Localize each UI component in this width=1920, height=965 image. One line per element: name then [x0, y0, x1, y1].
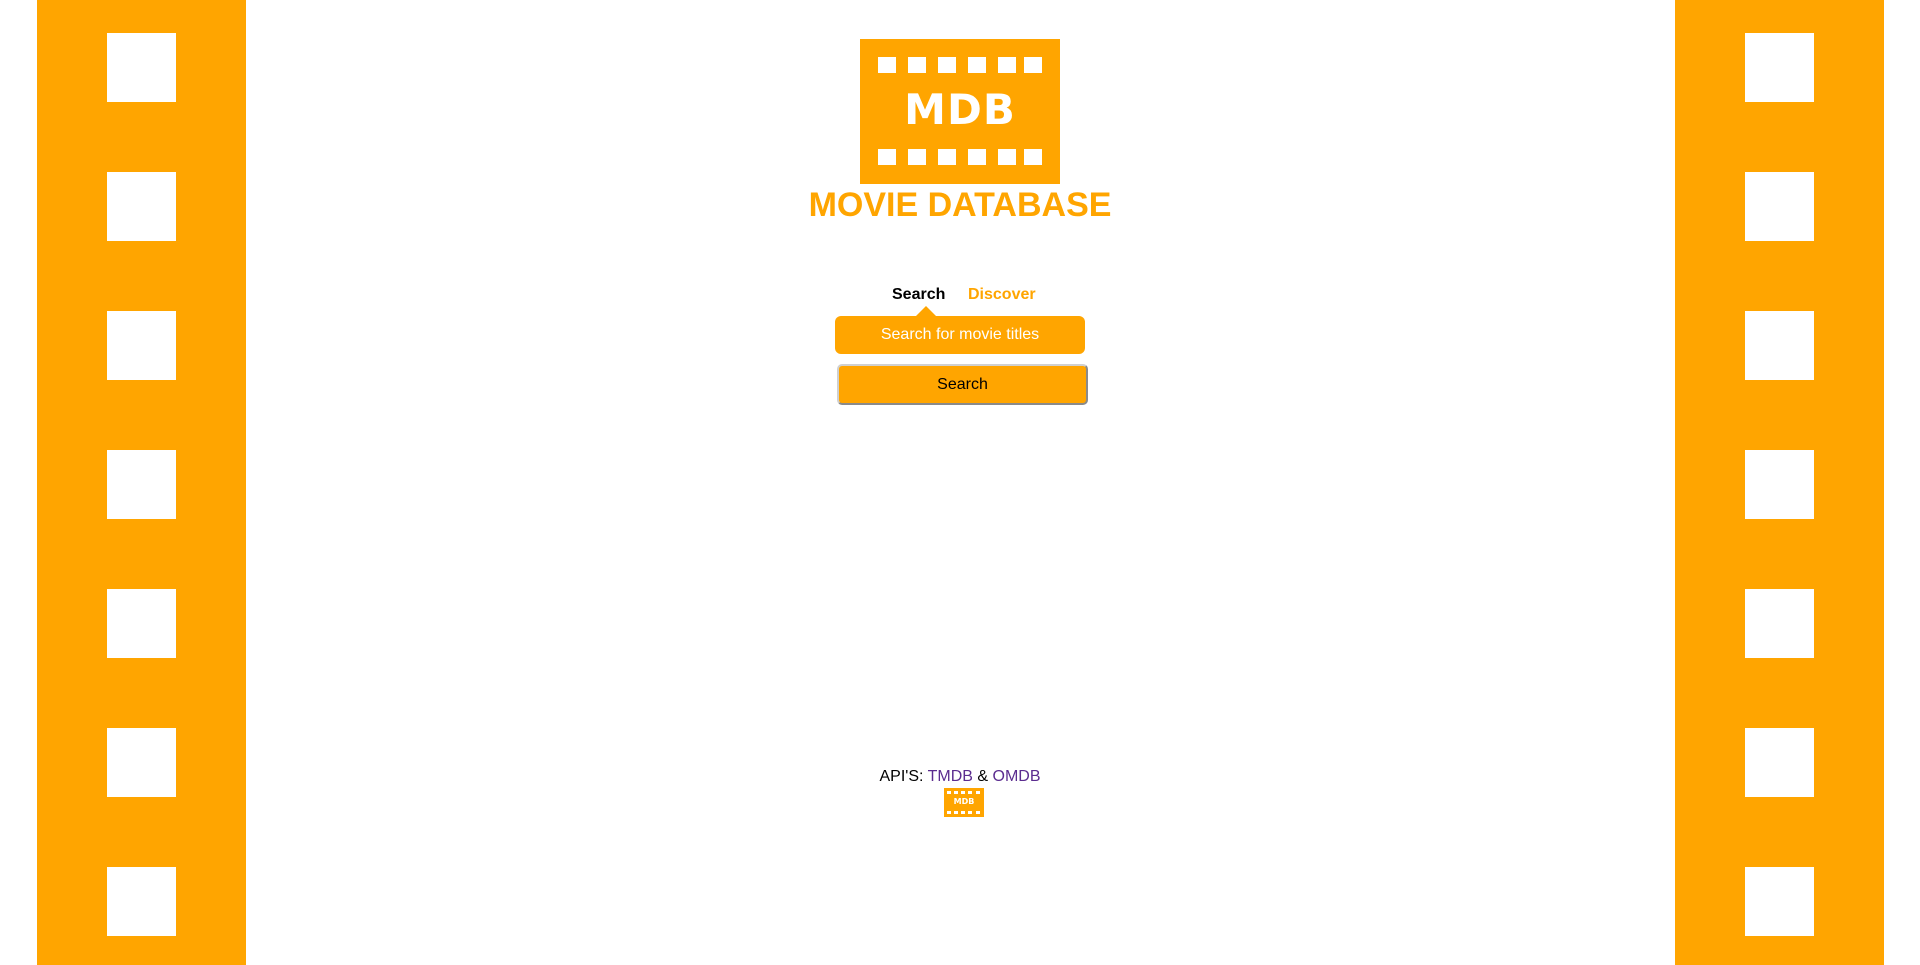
film-hole [107, 867, 176, 936]
film-hole [107, 311, 176, 380]
search-button[interactable]: Search [837, 364, 1088, 405]
logo-film-hole [947, 791, 951, 794]
api-credits: API'S: TMDB & OMDB [760, 767, 1160, 787]
tab-bar: Search Discover [835, 284, 1085, 306]
logo-film-hole [976, 811, 980, 814]
logo-film-hole [998, 149, 1016, 165]
logo-film-hole [968, 57, 986, 73]
logo-film-hole [1024, 57, 1042, 73]
film-hole [107, 589, 176, 658]
search-input[interactable] [835, 316, 1085, 354]
film-hole [1745, 311, 1814, 380]
logo-film-hole [1024, 149, 1042, 165]
logo-film-hole [878, 57, 896, 73]
logo-film-hole [938, 149, 956, 165]
logo-film-hole [968, 791, 972, 794]
page-title: MOVIE DATABASE [808, 186, 1112, 224]
logo-text: MDB [904, 85, 1016, 134]
film-hole [1745, 33, 1814, 102]
mdb-logo-icon: MDB [860, 39, 1060, 184]
film-hole [107, 728, 176, 797]
footer-logo-text: MDB [953, 797, 975, 806]
film-hole [1745, 867, 1814, 936]
film-hole [1745, 172, 1814, 241]
tmdb-link[interactable]: TMDB [928, 768, 973, 785]
logo-film-hole [954, 791, 958, 794]
logo-film-hole [976, 791, 980, 794]
active-tab-pointer [916, 306, 936, 316]
footer-logo-icon: MDB [944, 788, 984, 817]
film-hole [107, 172, 176, 241]
film-strip-left [37, 0, 246, 965]
logo-film-hole [968, 811, 972, 814]
logo-film-hole [968, 149, 986, 165]
api-separator: & [977, 768, 989, 785]
logo-film-hole [998, 57, 1016, 73]
film-hole [1745, 728, 1814, 797]
logo-film-hole [961, 791, 965, 794]
film-hole [1745, 589, 1814, 658]
logo-film-hole [908, 149, 926, 165]
tab-search[interactable]: Search [892, 284, 945, 306]
logo-film-hole [878, 149, 896, 165]
film-hole [107, 33, 176, 102]
film-hole [107, 450, 176, 519]
api-label: API'S: [879, 768, 924, 785]
logo-film-hole [938, 57, 956, 73]
omdb-link[interactable]: OMDB [993, 768, 1041, 785]
film-strip-right [1675, 0, 1884, 965]
film-hole [1745, 450, 1814, 519]
logo-film-hole [947, 811, 951, 814]
logo-film-hole [954, 811, 958, 814]
logo-film-hole [908, 57, 926, 73]
tab-discover[interactable]: Discover [968, 284, 1036, 306]
logo-film-hole [961, 811, 965, 814]
